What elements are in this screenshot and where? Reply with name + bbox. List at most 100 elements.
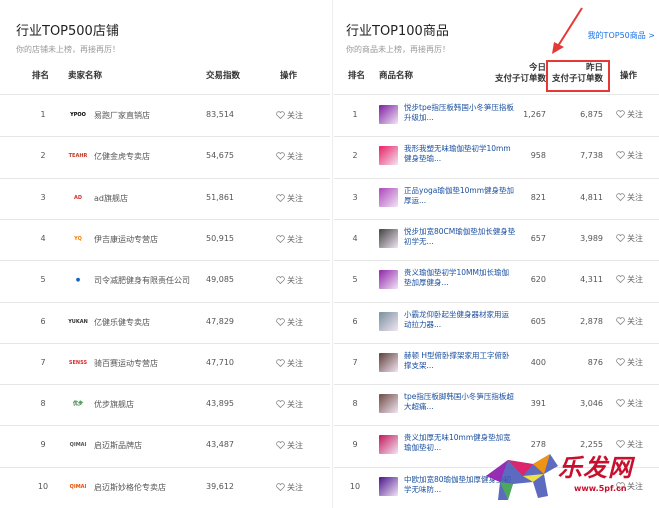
product-thumbnail[interactable]	[379, 352, 398, 372]
yesterday-orders: 4,811	[580, 192, 603, 202]
shop-row: 3 AD ad旗舰店 51,861 关注	[0, 178, 330, 219]
trade-index: 43,895	[206, 399, 234, 409]
trade-index: 47,710	[206, 357, 234, 367]
header-rank: 排名	[348, 71, 366, 81]
follow-button[interactable]: 关注	[276, 399, 303, 410]
rank: 4	[352, 233, 358, 243]
shop-name[interactable]: 司令减肥健身有限责任公司	[94, 275, 190, 286]
follow-button[interactable]: 关注	[276, 482, 303, 493]
today-orders: 821	[530, 192, 546, 202]
product-thumbnail[interactable]	[379, 394, 398, 414]
product-row: 2 我形我塑无味瑜伽垫初学10mm健身垫瑜... 958 7,738 关注	[334, 136, 659, 177]
shop-name[interactable]: ad旗舰店	[94, 193, 128, 204]
product-row: 7 赫顿 H型俯卧撑架家用工字俯卧撑支架... 400 876 关注	[334, 343, 659, 384]
product-row: 8 tpe指压板脚韩国小冬笋压指板超大超痛... 391 3,046 关注	[334, 384, 659, 425]
follow-button[interactable]: 关注	[616, 274, 643, 285]
yesterday-orders: 2,878	[580, 316, 603, 326]
rank: 8	[40, 399, 46, 409]
heart-icon	[616, 358, 627, 367]
follow-button[interactable]: 关注	[276, 234, 303, 245]
rank: 7	[352, 357, 358, 367]
product-row: 3 正品yoga瑜伽垫10mm健身垫加厚运... 821 4,811 关注	[334, 178, 659, 219]
shop-name[interactable]: 亿健乐健专卖店	[94, 317, 150, 328]
shop-row: 8 优步 优步旗舰店 43,895 关注	[0, 384, 330, 425]
follow-button[interactable]: 关注	[616, 150, 643, 161]
product-name[interactable]: 悦步tpe指压板韩国小冬笋压指板升级加...	[404, 103, 516, 125]
header-product: 商品名称	[379, 71, 414, 81]
shop-logo: ●	[75, 277, 81, 284]
today-orders: 1,267	[523, 110, 546, 119]
product-row: 5 贵义瑜伽垫初学10MM加长瑜伽垫加厚健身... 620 4,311 关注	[334, 260, 659, 301]
top100-products-panel: 行业TOP100商品 你的商品未上榜，再接再厉！ 我的TOP50商品 > 排名 …	[334, 0, 659, 508]
rank: 2	[352, 151, 358, 161]
follow-button[interactable]: 关注	[616, 316, 643, 327]
shop-name[interactable]: 启迈斯品牌店	[94, 440, 142, 451]
rank: 10	[349, 481, 361, 491]
follow-button[interactable]: 关注	[616, 109, 643, 120]
shop-row: 2 TEAHR 亿健金虎专卖店 54,675 关注	[0, 136, 330, 177]
heart-icon	[616, 275, 627, 284]
shop-name[interactable]: 伊吉康运动专营店	[94, 234, 158, 245]
today-orders: 958	[530, 151, 546, 161]
product-name[interactable]: 正品yoga瑜伽垫10mm健身垫加厚运...	[404, 186, 516, 208]
heart-icon	[276, 193, 287, 203]
shop-name[interactable]: 亿健金虎专卖店	[94, 151, 150, 162]
my-top50-link[interactable]: 我的TOP50商品 >	[588, 30, 655, 41]
product-name[interactable]: 我形我塑无味瑜伽垫初学10mm健身垫瑜...	[404, 144, 516, 166]
today-orders: 400	[530, 357, 546, 367]
product-row: 6 小霸龙仰卧起坐健身器材家用运动拉力器... 605 2,878 关注	[334, 302, 659, 343]
heart-icon	[276, 359, 287, 368]
today-orders: 620	[530, 275, 546, 285]
header-rank: 排名	[32, 71, 50, 81]
shop-name[interactable]: 骑百赛运动专营店	[94, 358, 158, 369]
product-thumbnail[interactable]	[379, 187, 398, 207]
bull-logo-icon	[486, 454, 558, 500]
header-today[interactable]: 今日 支付子订单数	[495, 63, 546, 85]
header-op: 操作	[280, 71, 298, 81]
trade-index: 54,675	[206, 151, 234, 161]
follow-button[interactable]: 关注	[276, 358, 303, 369]
highlight-box	[546, 60, 610, 92]
follow-button[interactable]: 关注	[616, 398, 643, 409]
header-index: 交易指数	[206, 71, 241, 81]
trade-index: 47,829	[206, 316, 234, 326]
today-orders: 605	[530, 316, 546, 326]
product-name[interactable]: 小霸龙仰卧起坐健身器材家用运动拉力器...	[404, 310, 516, 332]
shop-row: 7 SENSS 骑百赛运动专营店 47,710 关注	[0, 343, 330, 384]
rank: 10	[37, 481, 49, 491]
trade-index: 49,085	[206, 275, 234, 285]
follow-button[interactable]: 关注	[616, 233, 643, 244]
follow-button[interactable]: 关注	[276, 110, 303, 121]
follow-button[interactable]: 关注	[616, 192, 643, 203]
heart-icon	[616, 192, 627, 202]
shop-name[interactable]: 启迈斯妙格伦专卖店	[94, 482, 166, 493]
shop-logo: QIMAI	[69, 483, 87, 490]
product-name[interactable]: 贵义瑜伽垫初学10MM加长瑜伽垫加厚健身...	[404, 268, 516, 290]
product-thumbnail[interactable]	[379, 476, 398, 496]
today-orders: 657	[530, 233, 546, 243]
shop-name[interactable]: 优步旗舰店	[94, 399, 134, 410]
product-thumbnail[interactable]	[379, 146, 398, 166]
product-name[interactable]: 悦步加宽80CM瑜伽垫加长健身垫初学无...	[404, 227, 516, 249]
product-thumbnail[interactable]	[379, 435, 398, 455]
product-thumbnail[interactable]	[379, 270, 398, 290]
follow-button[interactable]: 关注	[276, 193, 303, 204]
product-name[interactable]: tpe指压板脚韩国小冬笋压指板超大超痛...	[404, 392, 516, 414]
follow-button[interactable]: 关注	[276, 151, 303, 162]
trade-index: 50,915	[206, 233, 234, 243]
shop-name[interactable]: 易跑厂家直销店	[94, 110, 150, 121]
product-thumbnail[interactable]	[379, 311, 398, 331]
shop-row: 1 YPOO 易跑厂家直销店 83,514 关注	[0, 95, 330, 136]
product-thumbnail[interactable]	[379, 228, 398, 248]
product-name[interactable]: 赫顿 H型俯卧撑架家用工字俯卧撑支架...	[404, 351, 516, 373]
follow-button[interactable]: 关注	[276, 317, 303, 328]
product-thumbnail[interactable]	[379, 105, 398, 124]
follow-button[interactable]: 关注	[616, 357, 643, 368]
header-op: 操作	[620, 71, 638, 81]
shop-row: 10 QIMAI 启迈斯妙格伦专卖店 39,612 关注	[0, 467, 330, 508]
follow-button[interactable]: 关注	[276, 440, 303, 451]
products-title: 行业TOP100商品	[346, 24, 449, 39]
heart-icon	[276, 441, 287, 450]
follow-button[interactable]: 关注	[276, 275, 303, 286]
rank: 1	[40, 110, 46, 119]
